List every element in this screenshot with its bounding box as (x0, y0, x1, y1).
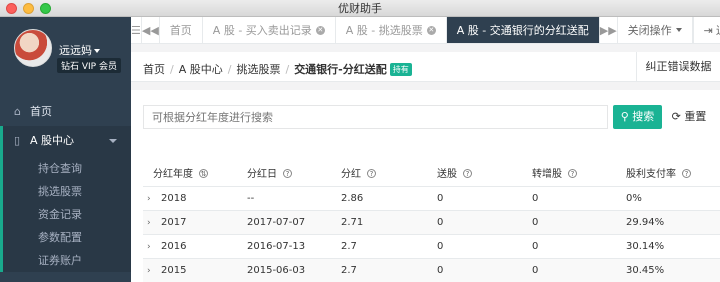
help-icon[interactable]: ? (283, 168, 292, 178)
home-icon: ⌂ (14, 105, 21, 118)
breadcrumb-pick-stocks[interactable]: 挑选股票 (236, 63, 280, 76)
tabs-scroll-right-button[interactable]: ▶▶ (600, 17, 618, 43)
window-titlebar: 优财助手 (0, 0, 720, 17)
vip-badge: 钻石 VIP 会员 (57, 58, 121, 73)
breadcrumb-current: 交通银行-分红送配 (294, 63, 387, 76)
user-profile: 远远妈 钻石 VIP 会员 (0, 17, 131, 85)
avatar[interactable] (14, 29, 52, 67)
main-panel: ⚲ 搜索 ⟳ 重置 分红年度⇅ 分红日? 分红? 送股? 转增股? 股利支付率?… (131, 90, 720, 282)
breadcrumb-bar: 首页 / A 股中心 / 挑选股票 / 交通银行-分红送配 持有 纠正错误数据 (131, 52, 720, 82)
zoom-window-button[interactable] (40, 3, 51, 14)
column-header[interactable]: 转增股? (522, 159, 616, 187)
sidebar-item-securities-account[interactable]: 证券账户 (3, 249, 131, 272)
window-title: 优财助手 (338, 2, 382, 15)
breadcrumb-a-share-center[interactable]: A 股中心 (179, 63, 223, 76)
sort-icon[interactable]: ⇅ (199, 168, 208, 178)
expand-row-icon[interactable]: › (147, 266, 161, 276)
sidebar-item-pick-stocks[interactable]: 挑选股票 (3, 180, 131, 203)
close-ops-label: 关闭操作 (627, 24, 672, 37)
help-icon[interactable]: ? (682, 168, 691, 178)
tab-label: 首页 (169, 24, 192, 37)
search-input[interactable] (143, 105, 608, 129)
close-tab-icon[interactable]: ✕ (315, 25, 325, 35)
sidebar-item-label: A 股中心 (30, 134, 75, 147)
close-operations-dropdown[interactable]: 关闭操作 (618, 17, 693, 43)
sidebar-item-a-share-center[interactable]: ▯ A 股中心 (0, 126, 131, 155)
username-label: 远远妈 (59, 44, 92, 57)
sidebar-item-home[interactable]: ⌂ 首页 (0, 97, 131, 126)
tab-pick-stocks[interactable]: A 股 - 挑选股票 ✕ (336, 17, 447, 43)
help-icon[interactable]: ? (568, 168, 577, 178)
table-row[interactable]: › 2018 -- 2.86 0 0 0% (143, 186, 720, 211)
search-button[interactable]: ⚲ 搜索 (613, 105, 662, 129)
tab-bar: ☰ ◀◀ 首页 A 股 - 买入卖出记录 ✕ A 股 - 挑选股票 ✕ A 股 - … (131, 17, 720, 44)
table-row[interactable]: › 2016 2016-07-13 2.7 0 0 30.14% (143, 234, 720, 259)
breadcrumb-home[interactable]: 首页 (143, 63, 165, 76)
hamburger-icon: ☰ (131, 23, 141, 37)
sidebar-item-positions[interactable]: 持仓查询 (3, 157, 131, 180)
reset-button[interactable]: ⟳ 重置 (665, 105, 713, 129)
dividend-table: 分红年度 ⇅ 分红日? 分红? 送股? 转增股? 股利支付率? › 2018 -- … (143, 159, 720, 282)
logout-button[interactable]: ⇥退出 (692, 17, 720, 43)
tab-dividend[interactable]: A 股 - 交通银行的分红送配 (446, 17, 600, 43)
sidebar-item-label: 首页 (30, 105, 52, 118)
reset-button-label: 重置 (684, 110, 707, 123)
chevron-down-icon (109, 139, 117, 143)
column-header[interactable]: 分红日? (237, 159, 331, 187)
tab-home[interactable]: 首页 (160, 17, 203, 43)
expand-row-icon[interactable]: › (147, 218, 161, 228)
minimize-window-button[interactable] (23, 3, 34, 14)
close-window-button[interactable] (6, 3, 17, 14)
username-dropdown[interactable]: 远远妈 (59, 42, 100, 58)
caret-down-icon (675, 28, 682, 32)
search-button-label: 搜索 (632, 110, 655, 123)
help-icon[interactable]: ? (463, 168, 472, 178)
tab-label: A 股 - 交通银行的分红送配 (456, 24, 589, 37)
window-controls (6, 3, 51, 14)
holding-badge: 持有 (389, 63, 412, 76)
logout-icon: ⇥ (703, 23, 713, 37)
expand-row-icon[interactable]: › (147, 194, 161, 204)
column-header[interactable]: 股利支付率? (616, 159, 720, 187)
table-row[interactable]: › 2015 2015-06-03 2.7 0 0 30.45% (143, 258, 720, 282)
breadcrumb: 首页 / A 股中心 / 挑选股票 / 交通银行-分红送配 持有 (143, 61, 412, 77)
column-header[interactable]: 分红? (331, 159, 427, 187)
tab-label: A 股 - 买入卖出记录 (212, 24, 312, 37)
help-icon[interactable]: ? (367, 168, 376, 178)
document-icon: ▯ (14, 134, 21, 147)
column-header[interactable]: 分红年度 ⇅ (143, 159, 237, 187)
close-tab-icon[interactable]: ✕ (426, 25, 436, 35)
search-icon: ⚲ (620, 110, 633, 123)
logout-label: 退出 (716, 22, 720, 38)
menu-toggle-button[interactable]: ☰ (131, 17, 142, 43)
sidebar: 远远妈 钻石 VIP 会员 ⌂ 首页 ▯ A 股中心 持仓查询 挑选股票 资金记录 … (0, 17, 131, 282)
double-chevron-right-icon: ▶▶ (599, 23, 617, 37)
double-chevron-left-icon: ◀◀ (141, 23, 159, 37)
sidebar-submenu: 持仓查询 挑选股票 资金记录 参数配置 证券账户 (0, 155, 131, 272)
column-header[interactable]: 送股? (427, 159, 522, 187)
fix-data-button[interactable]: 纠正错误数据 (636, 52, 720, 82)
sidebar-item-fund-records[interactable]: 资金记录 (3, 203, 131, 226)
tabs-scroll-left-button[interactable]: ◀◀ (142, 17, 160, 43)
table-header-row: 分红年度 ⇅ 分红日? 分红? 送股? 转增股? 股利支付率? (143, 159, 720, 187)
tab-label: A 股 - 挑选股票 (345, 24, 423, 37)
expand-row-icon[interactable]: › (147, 242, 161, 252)
caret-down-icon (94, 49, 100, 53)
refresh-icon: ⟳ (671, 110, 685, 123)
tab-trade-records[interactable]: A 股 - 买入卖出记录 ✕ (203, 17, 336, 43)
table-row[interactable]: › 2017 2017-07-07 2.71 0 0 29.94% (143, 210, 720, 235)
sidebar-item-settings[interactable]: 参数配置 (3, 226, 131, 249)
